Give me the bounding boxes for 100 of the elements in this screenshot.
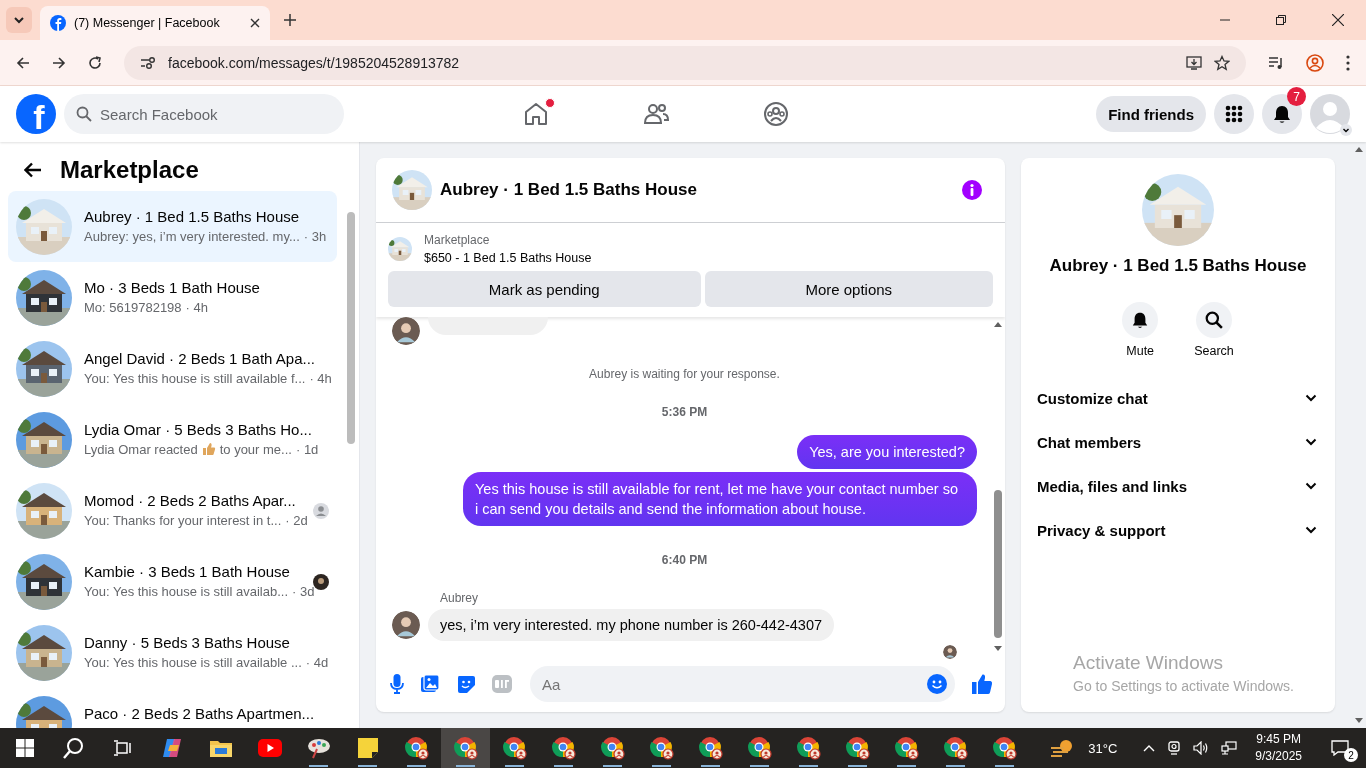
sticker-icon[interactable] bbox=[456, 674, 476, 694]
taskbar-app[interactable] bbox=[441, 728, 490, 768]
section-header[interactable]: Privacy & support bbox=[1029, 508, 1327, 552]
emoji-icon[interactable] bbox=[927, 674, 947, 694]
windows-icon bbox=[15, 739, 34, 757]
close-icon[interactable] bbox=[250, 18, 260, 28]
camera-icon[interactable] bbox=[1167, 741, 1182, 755]
back-icon[interactable] bbox=[24, 161, 42, 178]
conversation-name: Angel David · 2 Beds 1 Bath Apa... bbox=[84, 349, 316, 367]
back-icon[interactable] bbox=[16, 55, 30, 70]
search-icon bbox=[76, 106, 92, 122]
avatar-icon bbox=[943, 645, 957, 659]
image-icon[interactable] bbox=[420, 674, 440, 694]
site-settings-icon[interactable] bbox=[140, 55, 156, 70]
chevron-down-icon bbox=[1305, 482, 1317, 490]
conversation-item[interactable]: Lydia Omar · 5 Beds 3 Baths Ho... Lydia Omar reacted to your me... · 1d bbox=[8, 404, 337, 475]
listing-button[interactable]: More options bbox=[704, 271, 993, 307]
message-preview: Mo: 5619782198 bbox=[84, 299, 182, 315]
chrome-icon bbox=[453, 736, 478, 760]
message-field[interactable]: Aa bbox=[530, 666, 955, 702]
restore-icon[interactable] bbox=[1276, 15, 1286, 25]
new-tab-icon[interactable] bbox=[284, 14, 296, 26]
message-time: · 2d bbox=[285, 512, 308, 528]
chrome-icon bbox=[992, 736, 1017, 760]
search-field[interactable]: Search Facebook bbox=[64, 94, 344, 134]
conversation-name: Kambie · 3 Beds 1 Bath House bbox=[84, 562, 291, 580]
listing-button[interactable]: Mark as pending bbox=[388, 271, 701, 307]
chrome-icon bbox=[747, 736, 772, 760]
action-button[interactable] bbox=[1122, 302, 1159, 338]
conversation-item[interactable]: Angel David · 2 Beds 1 Bath Apa... You: Yes this house is still available f... · 4h bbox=[8, 333, 337, 404]
section-header[interactable]: Chat members bbox=[1029, 420, 1327, 464]
chevron-down-icon bbox=[13, 14, 25, 26]
browser-tab[interactable]: (7) Messenger | Facebook bbox=[40, 6, 270, 40]
message-bubble: yes, i’m very interested. my phone number is 260-442-4307 bbox=[428, 609, 835, 641]
scroll-down-icon[interactable] bbox=[994, 646, 1002, 652]
section-title: Media, files and links bbox=[1037, 477, 1188, 495]
folder-icon bbox=[209, 739, 232, 757]
menu-button[interactable] bbox=[1214, 94, 1254, 134]
clock-date[interactable]: 9/3/2025 bbox=[1255, 748, 1302, 765]
message-time: · 4h bbox=[185, 299, 208, 315]
conversation-name: Lydia Omar · 5 Beds 3 Baths Ho... bbox=[84, 420, 313, 438]
network-icon[interactable] bbox=[1221, 741, 1238, 755]
friends-icon bbox=[643, 101, 669, 127]
message-preview: Lydia Omar reacted bbox=[84, 441, 198, 457]
menu-icon[interactable] bbox=[1346, 54, 1350, 71]
message-time: · 3h bbox=[303, 228, 327, 244]
section-title: Chat members bbox=[1037, 433, 1142, 451]
volume-icon[interactable] bbox=[1193, 741, 1210, 755]
conversation-item[interactable]: Momod · 2 Beds 2 Baths Apar... You: Thanks for your interest in t... · 2d bbox=[8, 475, 337, 546]
find-friends-button[interactable]: Find friends bbox=[1096, 96, 1206, 132]
clock-time[interactable]: 9:45 PM bbox=[1256, 731, 1301, 748]
facebook-logo[interactable]: f bbox=[16, 94, 56, 134]
conversation-item[interactable]: Aubrey · 1 Bed 1.5 Baths House Aubrey: yes, i’m very interested. my... · 3h bbox=[8, 191, 337, 262]
chat-notice: Aubrey is waiting for your response. bbox=[589, 367, 780, 381]
url-text: facebook.com/messages/t/1985204528913782 bbox=[168, 54, 460, 71]
timestamp: 6:40 PM bbox=[661, 553, 708, 567]
conversation-name: Mo · 3 Beds 1 Bath House bbox=[84, 278, 261, 296]
action-label: Mute bbox=[1126, 344, 1155, 358]
profile-icon[interactable] bbox=[1306, 53, 1324, 72]
section-header[interactable]: Customize chat bbox=[1029, 376, 1327, 420]
address-bar[interactable]: facebook.com/messages/t/1985204528913782 bbox=[124, 45, 1246, 80]
thumbs-up-icon[interactable] bbox=[971, 673, 993, 695]
chevron-down-icon bbox=[1305, 394, 1317, 402]
install-icon[interactable] bbox=[1186, 54, 1202, 71]
chevron-up-icon[interactable] bbox=[1143, 744, 1156, 752]
activation-message: Go to Settings to activate Windows. bbox=[1073, 678, 1294, 694]
message-time: · 4d bbox=[305, 654, 329, 670]
star-icon[interactable] bbox=[1214, 54, 1230, 71]
video-icon bbox=[257, 739, 282, 757]
message-preview: to your me... bbox=[219, 441, 292, 457]
forward-icon[interactable] bbox=[52, 55, 66, 70]
action-label: Search bbox=[1194, 344, 1234, 358]
chrome-icon bbox=[600, 736, 625, 760]
chevron-down-icon bbox=[1340, 124, 1352, 136]
chrome-icon bbox=[649, 736, 674, 760]
conversation-item[interactable]: Danny · 5 Beds 3 Baths House You: Yes this house is still available ... · 4d bbox=[8, 617, 337, 688]
reload-icon[interactable] bbox=[88, 55, 102, 70]
notification-badge: 7 bbox=[1287, 87, 1306, 106]
avatar-icon bbox=[392, 317, 420, 345]
conversation-name: Danny · 5 Beds 3 Baths House bbox=[84, 633, 291, 651]
scroll-down-icon[interactable] bbox=[1355, 718, 1363, 724]
conversation-item[interactable]: Mo · 3 Beds 1 Bath House Mo: 5619782198 · 4h bbox=[8, 262, 337, 333]
media-icon[interactable] bbox=[1268, 54, 1284, 71]
copilot-icon bbox=[160, 737, 183, 759]
info-icon[interactable] bbox=[961, 179, 983, 201]
listing-title[interactable]: $650 - 1 Bed 1.5 Baths House bbox=[424, 251, 592, 265]
message-preview: You: Yes this house is still available f... bbox=[84, 370, 306, 386]
scroll-up-icon[interactable] bbox=[1355, 146, 1363, 152]
scroll-up-icon[interactable] bbox=[994, 321, 1002, 327]
chevron-down-icon bbox=[1305, 526, 1317, 534]
conversation-item[interactable]: Kambie · 3 Beds 1 Bath House You: Yes this house is still availab... · 3d bbox=[8, 546, 337, 617]
notifications-button[interactable] bbox=[1262, 94, 1302, 134]
section-header[interactable]: Media, files and links bbox=[1029, 464, 1327, 508]
action-button[interactable] bbox=[1196, 302, 1232, 338]
message-time: · 3d bbox=[292, 583, 315, 599]
activation-title: Activate Windows bbox=[1073, 652, 1224, 674]
tab-list-button[interactable] bbox=[6, 7, 32, 33]
microphone-icon[interactable] bbox=[390, 674, 404, 694]
close-icon[interactable] bbox=[1332, 14, 1344, 26]
search-icon bbox=[1205, 311, 1223, 329]
